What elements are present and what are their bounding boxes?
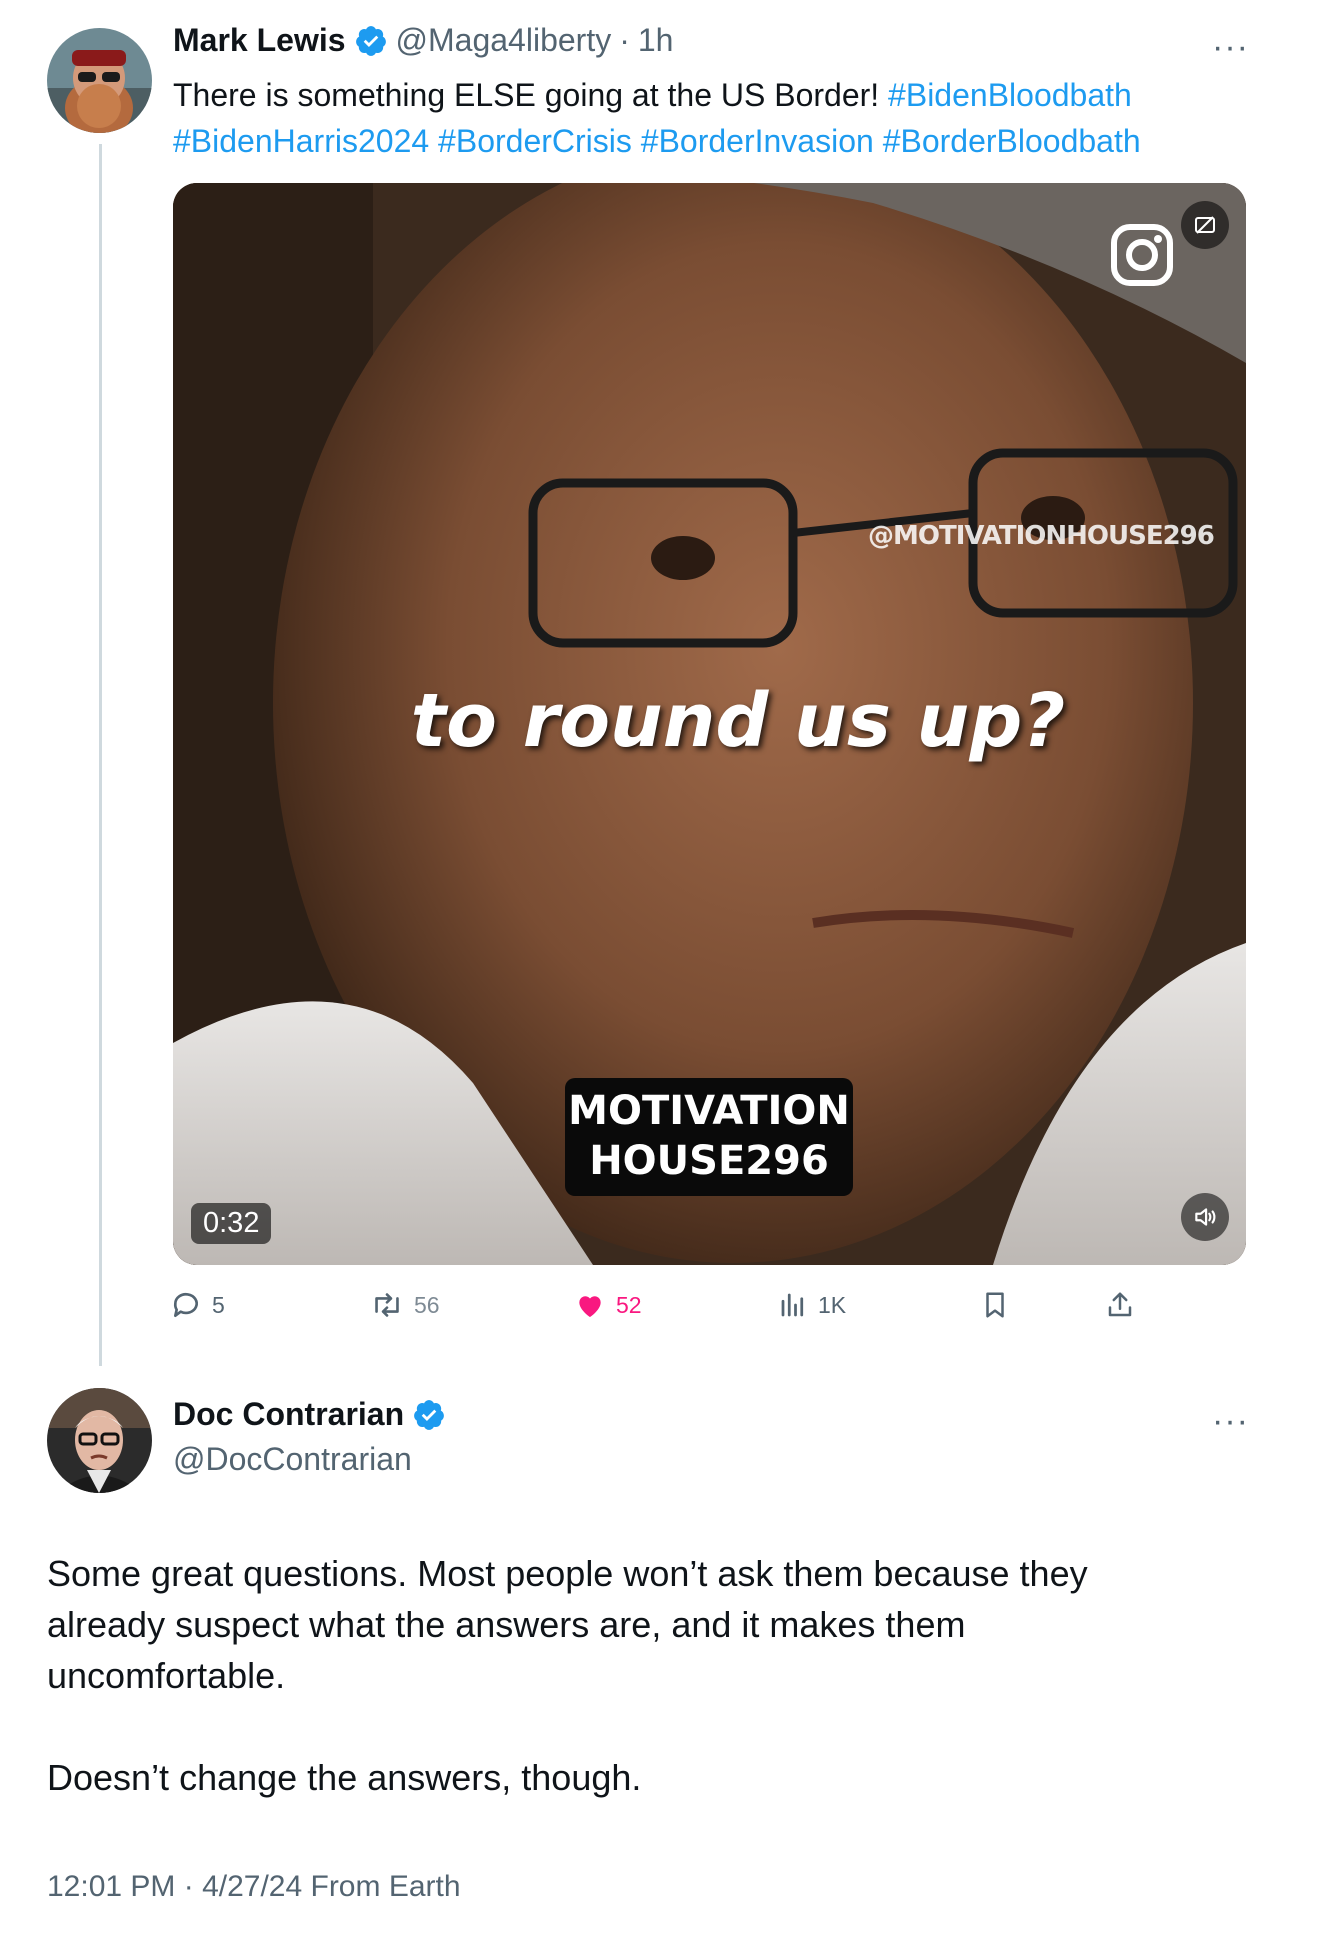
video-player[interactable]: @MOTIVATIONHOUSE296 to round us up? MOTI…	[173, 183, 1246, 1265]
reply-action[interactable]: 5	[170, 1283, 225, 1327]
reply-text-line: Some great questions. Most people won’t …	[47, 1553, 1088, 1594]
hashtag-link[interactable]: #BidenBloodbath	[888, 77, 1132, 113]
hashtag-link[interactable]: #BidenHarris2024	[173, 123, 429, 159]
speaker-icon	[1195, 1208, 1216, 1226]
repost-icon	[375, 1293, 399, 1317]
brand-line-2: HOUSE296	[589, 1138, 829, 1184]
share-icon	[1108, 1292, 1132, 1317]
like-action[interactable]: 52	[574, 1283, 642, 1327]
instagram-logo-icon	[1111, 224, 1173, 286]
verified-badge-icon	[355, 25, 386, 56]
instagram-watermark: @MOTIVATIONHOUSE296	[868, 521, 1215, 551]
hashtag-link[interactable]: #BorderBloodbath	[883, 123, 1141, 159]
reply-text-line: uncomfortable.	[47, 1655, 286, 1696]
reply-more-options-button[interactable]: ···	[1212, 1402, 1249, 1441]
reply-text-line: already suspect what the answers are, an…	[47, 1604, 966, 1645]
reply-timestamp[interactable]: 12:01 PM · 4/27/24 From Earth	[47, 1870, 461, 1904]
views-action[interactable]: 1K	[778, 1283, 846, 1327]
bookmark-action[interactable]	[980, 1283, 1010, 1327]
content-warning-button[interactable]	[1181, 201, 1229, 249]
tweet-text-line1: There is something ELSE going at the US …	[173, 77, 889, 113]
more-icon: ···	[1212, 1402, 1249, 1440]
brand-line-1: MOTIVATION	[568, 1088, 850, 1134]
reply-author-avatar[interactable]	[47, 1388, 152, 1493]
video-duration: 0:32	[191, 1203, 272, 1244]
author-avatar[interactable]	[47, 28, 152, 133]
bookmark-icon	[986, 1292, 1004, 1318]
more-options-button[interactable]: ···	[1212, 28, 1249, 67]
reply-count: 5	[212, 1291, 225, 1318]
reply-author-name[interactable]: Doc Contrarian	[173, 1396, 404, 1433]
author-handle[interactable]: @Maga4liberty	[396, 22, 612, 59]
views-chart-icon	[781, 1293, 804, 1317]
motivation-house-label: MOTIVATION HOUSE296	[565, 1078, 853, 1196]
reply-header: Doc Contrarian	[173, 1396, 446, 1433]
mute-toggle-button[interactable]	[1181, 1193, 1229, 1241]
author-name[interactable]: Mark Lewis	[173, 22, 346, 59]
hide-media-icon	[1195, 216, 1215, 234]
reply-text: Some great questions. Most people won’t …	[47, 1548, 1277, 1803]
heart-icon	[579, 1296, 601, 1317]
hashtag-link[interactable]: #BorderCrisis	[438, 123, 632, 159]
separator-dot: ·	[619, 22, 630, 58]
like-count: 52	[616, 1291, 642, 1318]
tweet-text: There is something ELSE going at the US …	[173, 72, 1253, 164]
watermark-text: @MOTIVATIONHOUSE296	[868, 521, 1215, 551]
verified-badge-icon	[414, 1399, 445, 1430]
more-icon: ···	[1212, 28, 1249, 66]
video-caption: to round us up?	[410, 678, 1066, 764]
reply-text-line: Doesn’t change the answers, though.	[47, 1757, 642, 1798]
post-time[interactable]: 1h	[638, 22, 674, 59]
thread-connector-line	[99, 144, 102, 1366]
reply-icon	[173, 1292, 198, 1317]
hashtag-link[interactable]: #BorderInvasion	[641, 123, 874, 159]
view-count: 1K	[818, 1291, 847, 1318]
tweet-header: Mark Lewis @Maga4liberty · 1h	[173, 22, 673, 59]
repost-count: 56	[414, 1291, 440, 1318]
repost-action[interactable]: 56	[370, 1283, 440, 1327]
share-action[interactable]	[1105, 1283, 1135, 1327]
reply-author-handle[interactable]: @DocContrarian	[173, 1441, 412, 1478]
